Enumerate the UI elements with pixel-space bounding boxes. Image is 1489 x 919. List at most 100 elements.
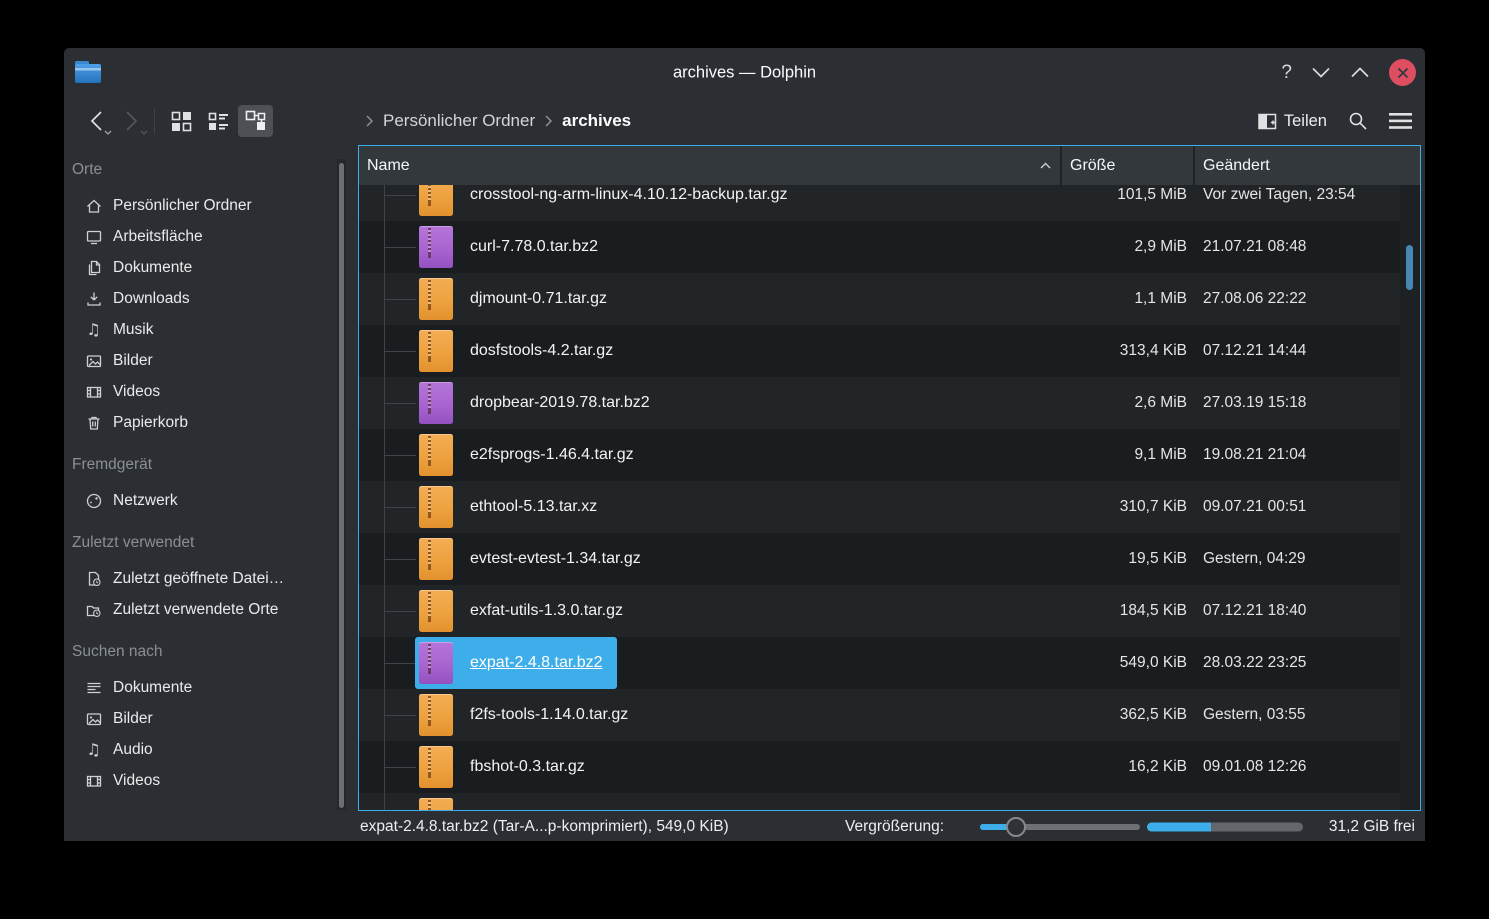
documents-icon [84, 258, 103, 277]
table-row[interactable]: e2fsprogs-1.46.4.tar.gz9,1 MiB19.08.21 2… [359, 429, 1420, 481]
file-chip[interactable]: evtest-evtest-1.34.tar.gz [415, 533, 655, 585]
video-icon [84, 382, 103, 401]
view-scrollbar[interactable] [1406, 245, 1413, 290]
tree-branch-line [359, 741, 415, 793]
sidebar-item-videos[interactable]: Videos [72, 765, 332, 796]
sidebar-item-label: Netzwerk [113, 492, 178, 510]
hamburger-menu-button[interactable] [1389, 113, 1412, 129]
file-chip[interactable]: dosfstools-4.2.tar.gz [415, 325, 627, 377]
file-chip[interactable]: ethtool-5.13.tar.xz [415, 481, 611, 533]
table-row-selected[interactable]: expat-2.4.8.tar.bz2549,0 KiB28.03.22 23:… [359, 637, 1420, 689]
table-row[interactable]: exfat-utils-1.3.0.tar.gz184,5 KiB07.12.2… [359, 585, 1420, 637]
zoom-slider-track[interactable] [980, 824, 1140, 830]
file-name: exfat-utils-1.3.0.tar.gz [470, 602, 623, 620]
file-modified: 09.07.21 00:51 [1195, 481, 1420, 533]
file-chip[interactable]: crosstool-ng-arm-linux-4.10.12-backup.ta… [415, 185, 801, 221]
breadcrumb-item-home[interactable]: Persönlicher Ordner [383, 111, 535, 131]
file-chip[interactable]: expat-2.4.8.tar.bz2 [415, 637, 617, 689]
file-chip[interactable]: dropbear-2019.78.tar.bz2 [415, 377, 664, 429]
breadcrumb-chevron-icon[interactable] [544, 114, 553, 128]
table-row[interactable]: dropbear-2019.78.tar.bz22,6 MiB27.03.19 … [359, 377, 1420, 429]
sidebar-item-dokumente[interactable]: Dokumente [72, 672, 332, 703]
desktop-icon [84, 227, 103, 246]
file-name: dosfstools-4.2.tar.gz [470, 342, 613, 360]
sidebar-item-downloads[interactable]: Downloads [72, 283, 332, 314]
sidebar-item-zuletzt-geöffnete-datei[interactable]: Zuletzt geöffnete Datei… [72, 563, 332, 594]
file-name: ethtool-5.13.tar.xz [470, 498, 597, 516]
search-button[interactable] [1348, 111, 1368, 131]
help-button[interactable]: ? [1281, 63, 1292, 82]
sidebar-item-arbeitsfläche[interactable]: Arbeitsfläche [72, 221, 332, 252]
file-name: crosstool-ng-arm-linux-4.10.12-backup.ta… [470, 186, 787, 204]
table-row[interactable]: evtest-evtest-1.34.tar.gz19,5 KiBGestern… [359, 533, 1420, 585]
titlebar[interactable]: archives — Dolphin ? [64, 48, 1425, 97]
table-row[interactable]: djmount-0.71.tar.gz1,1 MiB27.08.06 22:22 [359, 273, 1420, 325]
maximize-button[interactable] [1350, 63, 1370, 83]
window-title: archives — Dolphin [673, 63, 816, 82]
table-row[interactable]: f2fs-tools-1.14.0.tar.gz362,5 KiBGestern… [359, 689, 1420, 741]
file-chip[interactable]: e2fsprogs-1.46.4.tar.gz [415, 429, 648, 481]
file-chip[interactable] [415, 793, 484, 810]
table-row[interactable]: curl-7.78.0.tar.bz22,9 MiB21.07.21 08:48 [359, 221, 1420, 273]
sidebar-item-papierkorb[interactable]: Papierkorb [72, 407, 332, 438]
file-size: 2,9 MiB [1062, 221, 1195, 273]
table-row[interactable]: crosstool-ng-arm-linux-4.10.12-backup.ta… [359, 185, 1420, 221]
breadcrumb-root-chevron-icon[interactable] [365, 114, 374, 128]
column-header-modified[interactable]: Geändert [1195, 146, 1420, 185]
close-button[interactable] [1389, 59, 1416, 86]
sidebar-section-title-orte: Orte [72, 155, 332, 185]
view-scrollbar-track[interactable] [1400, 185, 1420, 810]
sidebar-item-label: Videos [113, 383, 160, 401]
column-header-name[interactable]: Name [359, 146, 1062, 185]
file-chip[interactable]: fbshot-0.3.tar.gz [415, 741, 599, 793]
file-name: e2fsprogs-1.46.4.tar.gz [470, 446, 634, 464]
sidebar-item-videos[interactable]: Videos [72, 376, 332, 407]
details-view-button[interactable] [201, 105, 236, 137]
archive-file-icon [419, 330, 453, 372]
icons-view-button[interactable] [164, 105, 199, 137]
forward-history-caret-icon[interactable] [140, 130, 148, 135]
sidebar-item-persönlicher-ordner[interactable]: Persönlicher Ordner [72, 190, 332, 221]
tree-branch-line [359, 377, 415, 429]
file-modified [1195, 793, 1420, 810]
sidebar-item-bilder[interactable]: Bilder [72, 345, 332, 376]
split-view-button[interactable]: Teilen [1258, 112, 1327, 131]
file-chip[interactable]: f2fs-tools-1.14.0.tar.gz [415, 689, 642, 741]
zoom-slider-knob[interactable] [1006, 817, 1026, 837]
file-name: expat-2.4.8.tar.bz2 [470, 654, 603, 672]
status-bar: expat-2.4.8.tar.bz2 (Tar-A...p-komprimie… [64, 812, 1425, 841]
sidebar-item-dokumente[interactable]: Dokumente [72, 252, 332, 283]
breadcrumb-item-current[interactable]: archives [562, 111, 631, 131]
file-size: 310,7 KiB [1062, 481, 1195, 533]
file-size: 101,5 MiB [1062, 185, 1195, 221]
sidebar-item-musik[interactable]: ♫Musik [72, 314, 332, 345]
column-header-size[interactable]: Größe [1062, 146, 1195, 185]
image-icon [84, 351, 103, 370]
table-row[interactable]: dosfstools-4.2.tar.gz313,4 KiB07.12.21 1… [359, 325, 1420, 377]
sidebar-item-label: Zuletzt verwendete Orte [113, 601, 278, 619]
free-space-bar [1147, 822, 1303, 831]
dolphin-folder-icon [73, 56, 103, 88]
sort-ascending-icon [1040, 162, 1051, 169]
tree-branch-line [359, 637, 415, 689]
forward-button[interactable] [114, 104, 150, 138]
file-chip[interactable]: djmount-0.71.tar.gz [415, 273, 621, 325]
places-scrollbar[interactable] [339, 163, 344, 808]
table-row[interactable]: fbshot-0.3.tar.gz16,2 KiB09.01.08 12:26 [359, 741, 1420, 793]
sidebar-item-audio[interactable]: ♫Audio [72, 734, 332, 765]
back-history-caret-icon[interactable] [104, 130, 112, 135]
sidebar-item-netzwerk[interactable]: Netzwerk [72, 485, 332, 516]
back-button[interactable] [78, 104, 114, 138]
sidebar-item-zuletzt-verwendete-orte[interactable]: Zuletzt verwendete Orte [72, 594, 332, 625]
sidebar-item-label: Downloads [113, 290, 190, 308]
file-size: 313,4 KiB [1062, 325, 1195, 377]
tree-view-button[interactable] [238, 105, 273, 137]
table-row[interactable]: ethtool-5.13.tar.xz 310,7 KiB09.07.21 00:… [359, 481, 1420, 533]
file-chip[interactable]: curl-7.78.0.tar.bz2 [415, 221, 612, 273]
minimize-button[interactable] [1311, 63, 1331, 83]
sidebar-item-bilder[interactable]: Bilder [72, 703, 332, 734]
places-panel: OrtePersönlicher OrdnerArbeitsflächeDoku… [64, 145, 358, 812]
tree-branch-line [359, 429, 415, 481]
table-row[interactable] [359, 793, 1420, 810]
file-chip[interactable]: exfat-utils-1.3.0.tar.gz [415, 585, 637, 637]
